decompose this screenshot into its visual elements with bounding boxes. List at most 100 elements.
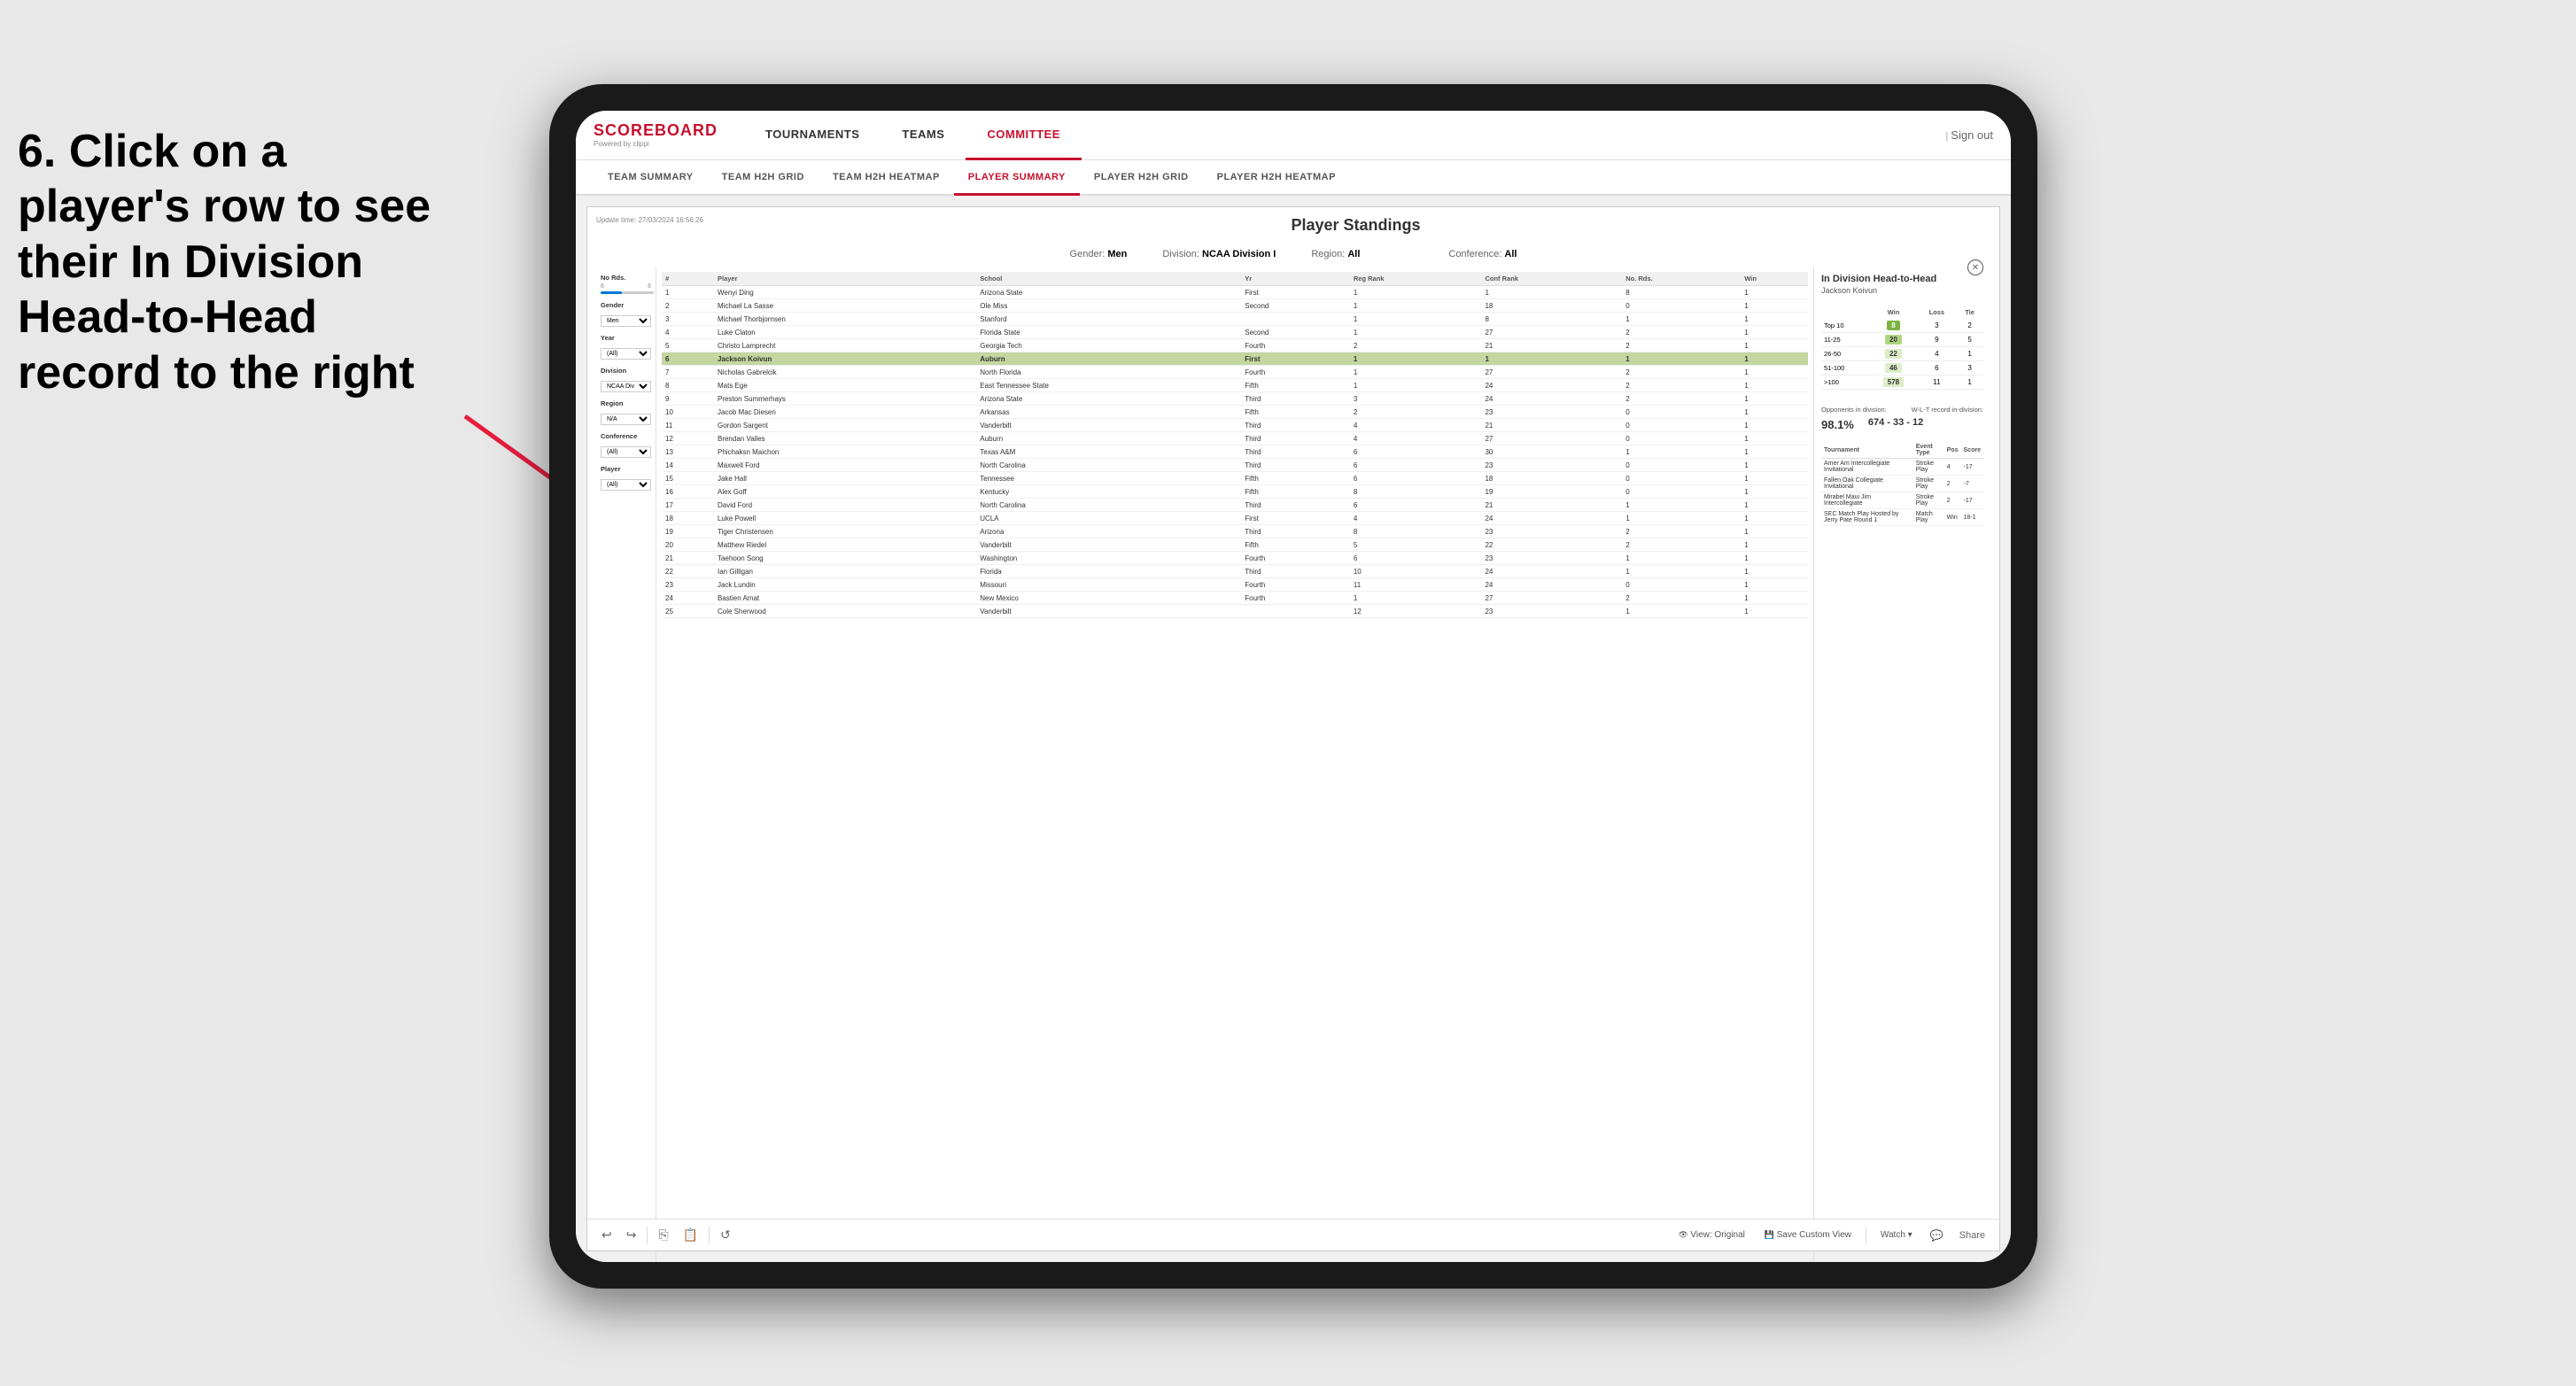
table-row[interactable]: 20 Matthew Riedel Vanderbilt Fifth 5 22 … [662,538,1808,552]
logo-powered: Powered by clippi [594,140,718,148]
bottom-toolbar: ↩ ↪ ⎘ 📋 ↺ 👁 View: Original 💾 Save [587,1219,1999,1250]
table-row[interactable]: 13 Phichaksn Maichon Texas A&M Third 6 3… [662,445,1808,459]
subnav-team-h2h-heatmap[interactable]: TEAM H2H HEATMAP [819,160,954,196]
region-filter-display: Region: All [1311,249,1360,259]
table-row[interactable]: 16 Alex Goff Kentucky Fifth 8 19 0 1 [662,485,1808,499]
table-row[interactable]: 4 Luke Claton Florida State Second 1 27 … [662,326,1808,339]
table-row[interactable]: 1 Wenyi Ding Arizona State First 1 1 8 1 [662,286,1808,299]
table-row[interactable]: 8 Mats Ege East Tennessee State Fifth 1 … [662,379,1808,392]
undo-button[interactable]: ↩ [598,1224,616,1246]
center-standings-table: # Player School Yr Reg Rank Conf Rank No… [656,267,1813,1262]
gender-filter-group: Gender Men Women [601,301,651,327]
opponents-label: Opponents in division: W-L-T record in-d… [1821,406,1983,414]
table-row[interactable]: 21 Taehoon Song Washington Fourth 6 23 1… [662,552,1808,565]
copy-button[interactable]: ⎘ [655,1224,671,1246]
toolbar-divider-2 [709,1227,710,1244]
table-row[interactable]: 14 Maxwell Ford North Carolina Third 6 2… [662,459,1808,472]
region-filter-group: Region N/A [601,399,651,425]
report-inner: Update time: 27/03/2024 16:56:26 Player … [586,206,2000,1251]
table-row[interactable]: 19 Tiger Christensen Arizona Third 8 23 … [662,525,1808,538]
table-row[interactable]: 3 Michael Thorbjornsen Stanford 1 8 1 1 [662,313,1808,326]
view-original-button[interactable]: 👁 View: Original [1672,1227,1750,1243]
h2h-col-loss: Loss [1918,306,1956,319]
subnav-team-summary[interactable]: TEAM SUMMARY [594,160,708,196]
pbi-report: Update time: 27/03/2024 16:56:26 Player … [576,196,2011,1262]
table-row[interactable]: 22 Ian Gilligan Florida Third 10 24 1 1 [662,565,1808,578]
player-filter-group: Player (All) [601,465,651,491]
h2h-title: In Division Head-to-Head [1821,274,1936,284]
table-row[interactable]: 23 Jack Lundin Missouri Fourth 11 24 0 1 [662,578,1808,592]
toolbar-right: 👁 View: Original 💾 Save Custom View Watc… [1672,1226,1989,1245]
table-row[interactable]: 15 Jake Hall Tennessee Fifth 6 18 0 1 [662,472,1808,485]
paste-button[interactable]: 📋 [679,1224,702,1246]
division-filter-group: Division NCAA Division I [601,367,651,392]
table-row[interactable]: 5 Christo Lamprecht Georgia Tech Fourth … [662,339,1808,352]
share-button[interactable]: Share [1956,1227,1989,1244]
table-row[interactable]: 9 Preston Summerhays Arizona State Third… [662,392,1808,406]
tourn-col-name: Tournament [1821,442,1913,459]
table-row[interactable]: 25 Cole Sherwood Vanderbilt 12 23 1 1 [662,605,1808,618]
opponents-pct: 98.1% [1821,418,1854,431]
logo-area: SCOREBOARD Powered by clippi [594,122,718,148]
region-select[interactable]: N/A [601,414,651,425]
conference-select[interactable]: (All) [601,446,651,458]
table-row[interactable]: 7 Nicholas Gabrelcik North Florida Fourt… [662,366,1808,379]
year-select[interactable]: (All) [601,348,651,360]
year-filter-group: Year (All) [601,334,651,360]
filter-row: Gender: Men Division: NCAA Division I Re… [596,249,1990,259]
tournament-row: Mirabel Maui Jim Intercollegiate Stroke … [1821,492,1983,509]
table-row[interactable]: 10 Jacob Mac Diesen Arkansas Fifth 2 23 … [662,406,1808,419]
watch-button[interactable]: Watch ▾ [1875,1227,1918,1243]
left-filters: No Rds. 66 Gende [596,267,656,1262]
save-custom-button[interactable]: 💾 Save Custom View [1759,1227,1857,1243]
subnav-player-h2h-heatmap[interactable]: PLAYER H2H HEATMAP [1203,160,1350,196]
sign-out-button[interactable]: | Sign out [1945,128,1993,142]
tablet-screen: SCOREBOARD Powered by clippi TOURNAMENTS… [576,111,2011,1262]
h2h-row: 26-50 22 4 1 [1821,347,1983,361]
nav-tournaments[interactable]: TOURNAMENTS [744,111,881,160]
h2h-close-button[interactable]: ✕ [1967,259,1983,275]
update-time: Update time: 27/03/2024 16:56:26 [596,216,703,224]
table-row[interactable]: 11 Gordon Sargent Vanderbilt Third 4 21 … [662,419,1808,432]
table-row[interactable]: 17 David Ford North Carolina Third 6 21 … [662,499,1808,512]
division-filter-display: Division: NCAA Division I [1162,249,1276,259]
tourn-col-pos: Pos [1944,442,1961,459]
player-select[interactable]: (All) [601,479,651,491]
tournament-scroll[interactable]: Tournament Event Type Pos Score Amer Am … [1821,442,1983,526]
redo-button[interactable]: ↪ [623,1224,640,1246]
h2h-col-tie: Tie [1956,306,1983,319]
nav-teams[interactable]: TEAMS [881,111,966,160]
sub-nav: TEAM SUMMARY TEAM H2H GRID TEAM H2H HEAT… [576,160,2011,196]
h2h-player-name: Jackson Koivun [1821,286,1936,295]
report-layout: No Rds. 66 Gende [596,267,1990,1262]
division-select[interactable]: NCAA Division I [601,381,651,392]
refresh-button[interactable]: ↺ [717,1224,734,1246]
table-row[interactable]: 6 Jackson Koivun Auburn First 1 1 1 1 [662,352,1808,366]
instruction-text: 6. Click on a player's row to see their … [18,124,531,400]
subnav-player-h2h-grid[interactable]: PLAYER H2H GRID [1080,160,1203,196]
table-row[interactable]: 24 Bastien Amat New Mexico Fourth 1 27 2… [662,592,1808,605]
h2h-row: 11-25 20 9 5 [1821,333,1983,347]
top-nav: SCOREBOARD Powered by clippi TOURNAMENTS… [576,111,2011,160]
subnav-player-summary[interactable]: PLAYER SUMMARY [954,160,1080,196]
comment-button[interactable]: 💬 [1927,1226,1947,1245]
table-row[interactable]: 18 Luke Powell UCLA First 4 24 1 1 [662,512,1808,525]
h2h-row: >100 578 11 1 [1821,376,1983,390]
conference-filter-group: Conference (All) [601,432,651,458]
subnav-team-h2h-grid[interactable]: TEAM H2H GRID [708,160,819,196]
content-area: Update time: 27/03/2024 16:56:26 Player … [576,196,2011,1262]
gender-filter-display: Gender: Men [1070,249,1128,259]
col-no-rds: No. Rds. [1622,272,1741,286]
tablet-frame: SCOREBOARD Powered by clippi TOURNAMENTS… [549,84,2037,1289]
no-rds-label: No Rds. [601,274,651,282]
table-row[interactable]: 2 Michael La Sasse Ole Miss Second 1 18 … [662,299,1808,313]
nav-committee[interactable]: COMMITTEE [966,111,1082,160]
col-win: Win [1741,272,1808,286]
h2h-row: Top 10 8 3 2 [1821,319,1983,333]
h2h-col-rank [1821,306,1869,319]
table-row[interactable]: 12 Brendan Valles Auburn Third 4 27 0 1 [662,432,1808,445]
col-school: School [976,272,1241,286]
gender-select[interactable]: Men Women [601,315,651,327]
toolbar-divider-1 [647,1227,648,1244]
no-rds-slider[interactable] [601,291,654,294]
